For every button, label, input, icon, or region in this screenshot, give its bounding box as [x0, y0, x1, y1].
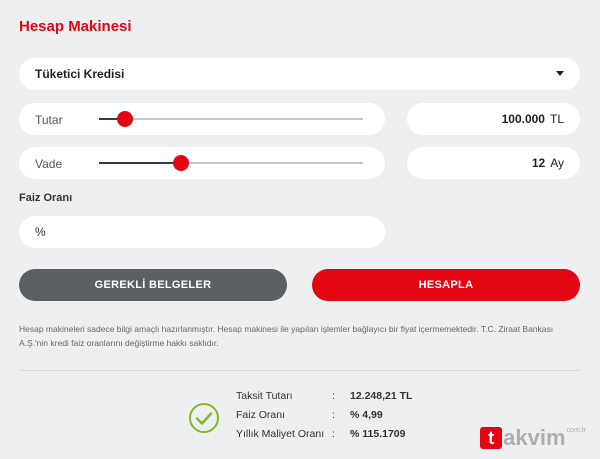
amount-slider-box: Tutar — [19, 103, 385, 135]
disclaimer-text: Hesap makineleri sadece bilgi amaçlı haz… — [19, 324, 554, 348]
success-check-icon — [189, 403, 219, 433]
result-label: Faiz Oranı — [236, 409, 286, 421]
interest-rate-label: Faiz Oranı — [19, 192, 73, 204]
term-slider-track[interactable] — [99, 155, 363, 171]
loan-type-select[interactable]: Tüketici Kredisi — [19, 58, 580, 90]
divider — [19, 370, 580, 371]
calculate-button[interactable]: HESAPLA — [312, 269, 580, 301]
interest-rate-placeholder: % — [35, 225, 46, 239]
result-label: Yıllık Maliyet Oranı — [236, 428, 325, 440]
term-value-field[interactable]: 12 Ay — [407, 147, 580, 179]
loan-type-value: Tüketici Kredisi — [35, 67, 125, 81]
required-documents-button[interactable]: GEREKLİ BELGELER — [19, 269, 287, 301]
term-slider-box: Vade — [19, 147, 385, 179]
amount-value: 100.000 — [501, 112, 545, 126]
result-value: % 4,99 — [350, 409, 383, 421]
watermark-tld: com.tr — [566, 427, 586, 434]
term-slider-thumb[interactable] — [172, 155, 189, 171]
result-value: % 115.1709 — [350, 428, 406, 440]
result-separator: : — [332, 409, 335, 421]
term-value: 12 — [531, 156, 546, 170]
amount-unit: TL — [549, 112, 564, 126]
result-separator: : — [332, 428, 335, 440]
interest-rate-input[interactable]: % — [19, 216, 385, 248]
calculator-title: Hesap Makinesi — [19, 18, 132, 35]
result-value: 12.248,21 TL — [350, 390, 413, 402]
result-label: Taksit Tutarı — [236, 390, 293, 402]
amount-label: Tutar — [35, 113, 63, 127]
term-slider-fill — [99, 162, 181, 164]
takvim-watermark: t akvim com.tr — [480, 425, 586, 451]
term-label: Vade — [35, 157, 63, 171]
amount-value-field[interactable]: 100.000 TL — [407, 103, 580, 135]
chevron-down-icon — [556, 71, 564, 76]
amount-slider-thumb[interactable] — [117, 111, 134, 127]
watermark-mark: t — [480, 427, 503, 449]
result-separator: : — [332, 390, 335, 402]
watermark-text: akvim — [503, 425, 566, 450]
amount-slider-track[interactable] — [99, 111, 363, 127]
term-unit: Ay — [550, 156, 564, 170]
